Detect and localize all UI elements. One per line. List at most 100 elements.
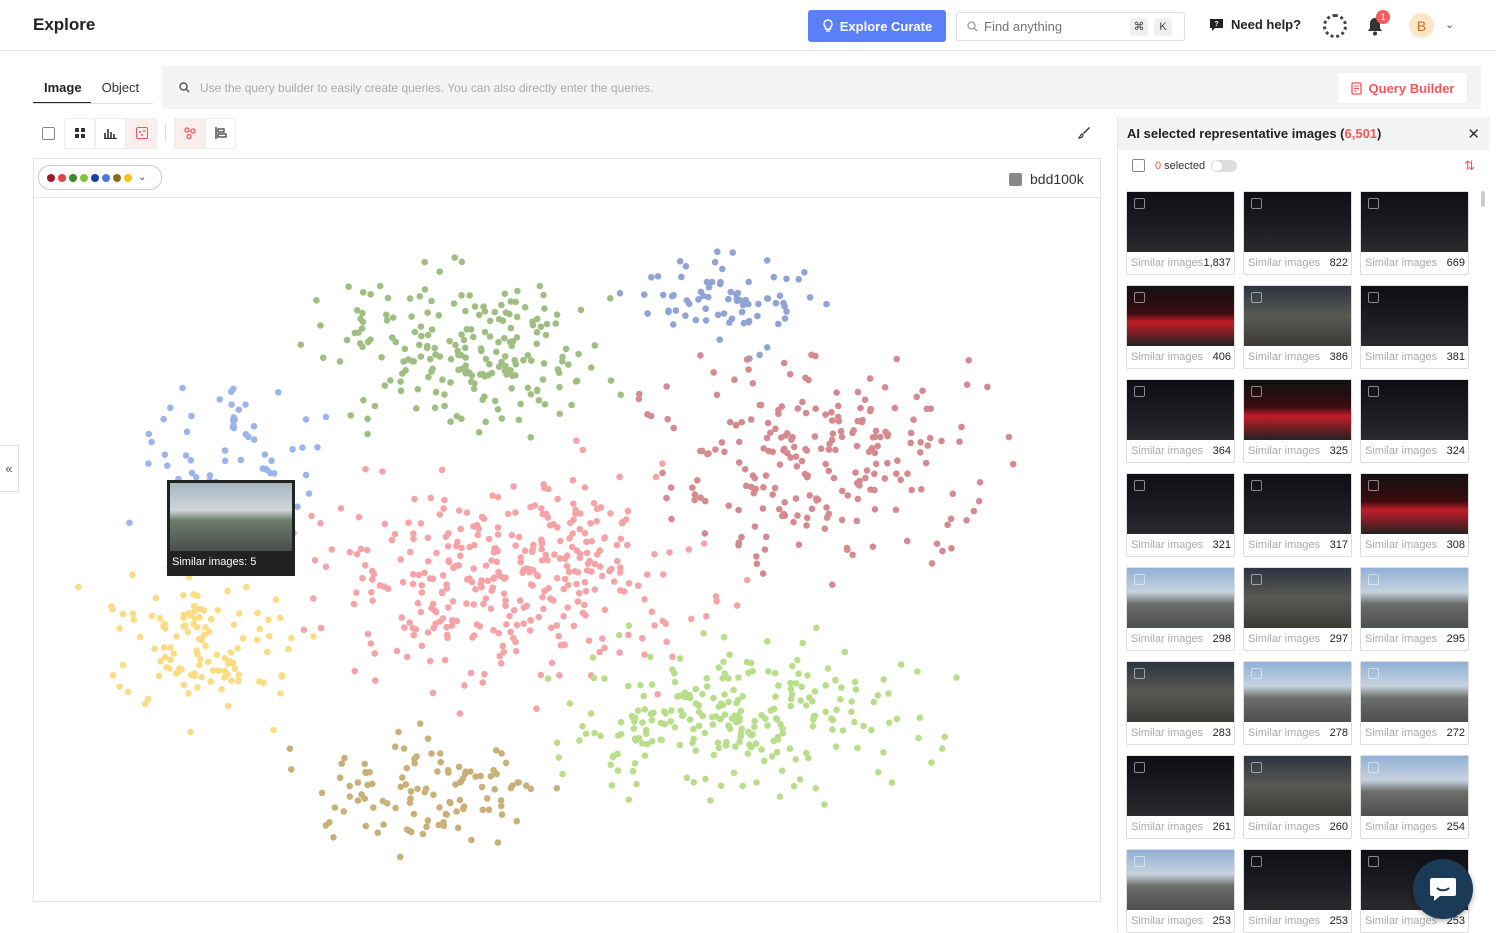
scatter-point[interactable] bbox=[209, 667, 217, 674]
thumbnail-checkbox[interactable] bbox=[1368, 762, 1379, 773]
scatter-point[interactable] bbox=[268, 457, 275, 465]
scatter-point[interactable] bbox=[730, 769, 738, 777]
scatter-point[interactable] bbox=[965, 357, 972, 364]
scatter-point[interactable] bbox=[228, 677, 235, 684]
scatter-point[interactable] bbox=[503, 621, 510, 628]
scatter-point[interactable] bbox=[362, 562, 369, 569]
scatter-point[interactable] bbox=[187, 457, 195, 464]
scatter-point[interactable] bbox=[362, 465, 369, 473]
scatter-point[interactable] bbox=[581, 529, 589, 537]
scatter-point[interactable] bbox=[507, 784, 515, 792]
scatter-point[interactable] bbox=[180, 681, 188, 689]
scatter-point[interactable] bbox=[676, 655, 684, 662]
select-all-checkbox[interactable] bbox=[33, 117, 64, 149]
scatter-point[interactable] bbox=[808, 351, 815, 359]
scatter-point[interactable] bbox=[629, 768, 637, 775]
scatter-point[interactable] bbox=[457, 552, 464, 559]
scatter-point[interactable] bbox=[341, 754, 348, 762]
scatter-point[interactable] bbox=[735, 542, 742, 549]
scatter-point[interactable] bbox=[354, 797, 362, 804]
scatter-point[interactable] bbox=[180, 614, 187, 622]
scatter-point[interactable] bbox=[948, 545, 955, 552]
scatter-point[interactable] bbox=[235, 671, 242, 678]
scatter-point[interactable] bbox=[544, 556, 551, 564]
scatter-point[interactable] bbox=[771, 484, 779, 492]
scatter-point[interactable] bbox=[765, 447, 772, 455]
thumbnail-checkbox[interactable] bbox=[1368, 480, 1379, 491]
scatter-point[interactable] bbox=[441, 391, 448, 398]
scatter-point[interactable] bbox=[746, 741, 753, 748]
scatter-point[interactable] bbox=[918, 486, 925, 493]
scatter-point[interactable] bbox=[242, 401, 249, 408]
scatter-point[interactable] bbox=[760, 484, 767, 491]
scatter-point[interactable] bbox=[941, 733, 948, 741]
scatter-point[interactable] bbox=[837, 696, 844, 703]
scatter-point[interactable] bbox=[761, 546, 769, 553]
scatter-point[interactable] bbox=[410, 631, 418, 639]
scatter-point[interactable] bbox=[923, 405, 931, 413]
scatter-point[interactable] bbox=[148, 612, 156, 620]
scatter-point[interactable] bbox=[593, 551, 601, 558]
scatter-point[interactable] bbox=[447, 379, 454, 386]
scatter-point[interactable] bbox=[729, 249, 736, 256]
scatter-point[interactable] bbox=[397, 387, 405, 395]
scatter-point[interactable] bbox=[678, 273, 685, 281]
scatter-point[interactable] bbox=[435, 312, 443, 319]
scatter-point[interactable] bbox=[710, 694, 717, 702]
scatter-point[interactable] bbox=[956, 438, 963, 445]
scatter-point[interactable] bbox=[508, 531, 516, 539]
scatter-point[interactable] bbox=[537, 323, 545, 331]
scatter-point[interactable] bbox=[454, 824, 462, 832]
scatter-point[interactable] bbox=[409, 580, 417, 588]
scatter-point[interactable] bbox=[235, 406, 243, 413]
scatter-point[interactable] bbox=[421, 788, 429, 796]
scatter-point[interactable] bbox=[508, 385, 515, 392]
scatter-point[interactable] bbox=[880, 749, 887, 756]
scatter-point[interactable] bbox=[497, 797, 505, 804]
scatter-point[interactable] bbox=[533, 705, 540, 712]
scatter-point[interactable] bbox=[414, 385, 422, 393]
scatter-point[interactable] bbox=[703, 613, 710, 620]
scatter-point[interactable] bbox=[455, 763, 463, 771]
scatter-point[interactable] bbox=[617, 391, 624, 399]
scatter-point[interactable] bbox=[462, 307, 469, 315]
scatter-point[interactable] bbox=[192, 615, 199, 623]
scatter-point[interactable] bbox=[527, 616, 534, 624]
scatter-point[interactable] bbox=[624, 541, 631, 549]
scatter-point[interactable] bbox=[767, 429, 774, 436]
scatter-point[interactable] bbox=[804, 672, 811, 679]
scatter-point[interactable] bbox=[314, 444, 321, 451]
scatter-point[interactable] bbox=[540, 291, 547, 299]
scatter-point[interactable] bbox=[662, 620, 669, 627]
scatter-point[interactable] bbox=[188, 412, 195, 420]
scatter-point[interactable] bbox=[771, 669, 779, 677]
scatter-point[interactable] bbox=[616, 473, 623, 481]
scatter-point[interactable] bbox=[528, 548, 536, 556]
scatter-point[interactable] bbox=[412, 626, 420, 633]
scatter-point[interactable] bbox=[745, 366, 752, 373]
scatter-point[interactable] bbox=[364, 430, 371, 438]
scatter-point[interactable] bbox=[270, 726, 277, 734]
scatter-point[interactable] bbox=[533, 386, 541, 394]
scatter-point[interactable] bbox=[915, 734, 922, 742]
scatter-point[interactable] bbox=[193, 647, 200, 654]
grid-view-button[interactable] bbox=[64, 117, 95, 149]
thumbnail-checkbox[interactable] bbox=[1134, 668, 1145, 679]
scatter-point[interactable] bbox=[406, 295, 414, 302]
scatter-point[interactable] bbox=[631, 760, 639, 767]
scatter-point[interactable] bbox=[716, 336, 723, 343]
scatter-point[interactable] bbox=[436, 618, 444, 625]
scatter-point[interactable] bbox=[411, 328, 419, 336]
scatter-point[interactable] bbox=[202, 642, 209, 650]
scatter-point[interactable] bbox=[413, 753, 420, 760]
scatter-point[interactable] bbox=[644, 310, 651, 317]
scatter-point[interactable] bbox=[289, 446, 296, 453]
scatter-point[interactable] bbox=[854, 388, 862, 396]
scatter-point[interactable] bbox=[690, 725, 697, 733]
scatter-point[interactable] bbox=[849, 429, 856, 437]
scatter-point[interactable] bbox=[467, 326, 475, 333]
scatter-point[interactable] bbox=[617, 564, 624, 571]
scatter-point[interactable] bbox=[739, 782, 746, 790]
scatter-point[interactable] bbox=[401, 624, 408, 631]
scatter-point[interactable] bbox=[416, 720, 424, 727]
